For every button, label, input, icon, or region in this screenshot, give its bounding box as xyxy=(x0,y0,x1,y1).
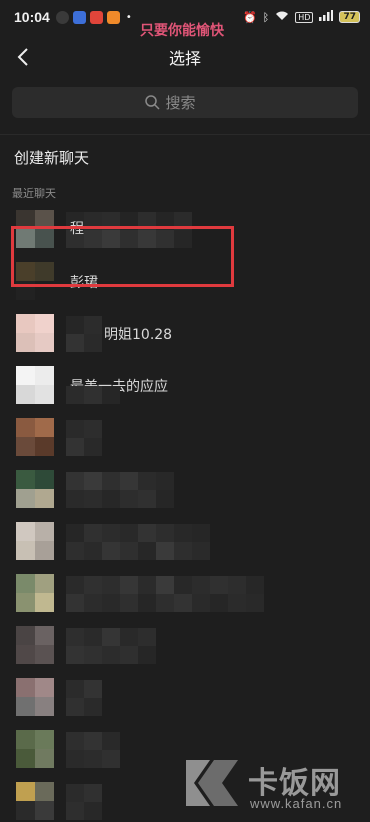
blurred-name xyxy=(66,420,102,456)
wechat-icon xyxy=(55,10,69,24)
blurred-name xyxy=(66,784,102,820)
alarm-icon: ⏰ xyxy=(242,10,257,24)
header: 选择 xyxy=(0,38,370,76)
avatar xyxy=(16,678,54,716)
chat-row[interactable] xyxy=(0,464,370,516)
recent-chats-label: 最近聊天 xyxy=(12,187,56,200)
avatar xyxy=(16,522,54,560)
chat-row[interactable] xyxy=(0,412,370,464)
blurred-name xyxy=(66,576,264,612)
avatar xyxy=(16,470,54,508)
blurred-name xyxy=(66,316,102,352)
avatar xyxy=(16,574,54,612)
kafan-logo-icon xyxy=(186,760,238,806)
blurred-name xyxy=(66,628,156,664)
highlight-annotation-box xyxy=(11,226,234,287)
chat-row[interactable]: 明姐10.28 xyxy=(0,308,370,360)
search-input[interactable] xyxy=(165,93,226,112)
wifi-icon xyxy=(275,10,289,24)
avatar xyxy=(16,626,54,664)
create-new-chat-button[interactable]: 创建新聊天 xyxy=(0,135,370,179)
battery-indicator: 77 xyxy=(339,11,360,23)
search-bar[interactable] xyxy=(12,87,358,118)
watermark-url: www.kafan.cn xyxy=(250,796,343,811)
chat-row[interactable] xyxy=(0,568,370,620)
avatar xyxy=(16,366,54,404)
status-time: 10:04 xyxy=(14,9,50,25)
app-icon-orange xyxy=(106,10,120,24)
blurred-name xyxy=(66,732,120,768)
blurred-name xyxy=(66,524,210,560)
notification-dot-icon: • xyxy=(125,11,132,23)
app-icon-red xyxy=(89,10,103,24)
watermark-caption: 只要你能愉快 xyxy=(140,23,224,39)
create-new-chat-label: 创建新聊天 xyxy=(14,148,90,167)
page-title: 选择 xyxy=(168,49,201,68)
chat-row[interactable]: 最美一去的应应 xyxy=(0,360,370,412)
status-icons: ⏰ ᛒ HD 77 xyxy=(243,10,360,24)
signal-icon xyxy=(319,10,334,24)
app-icon-blue xyxy=(72,10,86,24)
blurred-name xyxy=(66,680,102,716)
chat-row[interactable] xyxy=(0,516,370,568)
chat-row[interactable] xyxy=(0,672,370,724)
avatar xyxy=(16,782,54,820)
hd-badge: HD xyxy=(295,11,314,23)
avatar xyxy=(16,418,54,456)
chevron-left-icon xyxy=(17,48,28,66)
chat-row[interactable] xyxy=(0,620,370,672)
bluetooth-icon: ᛒ xyxy=(262,10,270,24)
blurred-name xyxy=(66,472,174,508)
back-button[interactable] xyxy=(10,44,36,70)
avatar xyxy=(16,314,54,352)
chat-row-name: 明姐10.28 xyxy=(104,327,173,343)
avatar xyxy=(16,730,54,768)
search-icon xyxy=(144,95,160,110)
